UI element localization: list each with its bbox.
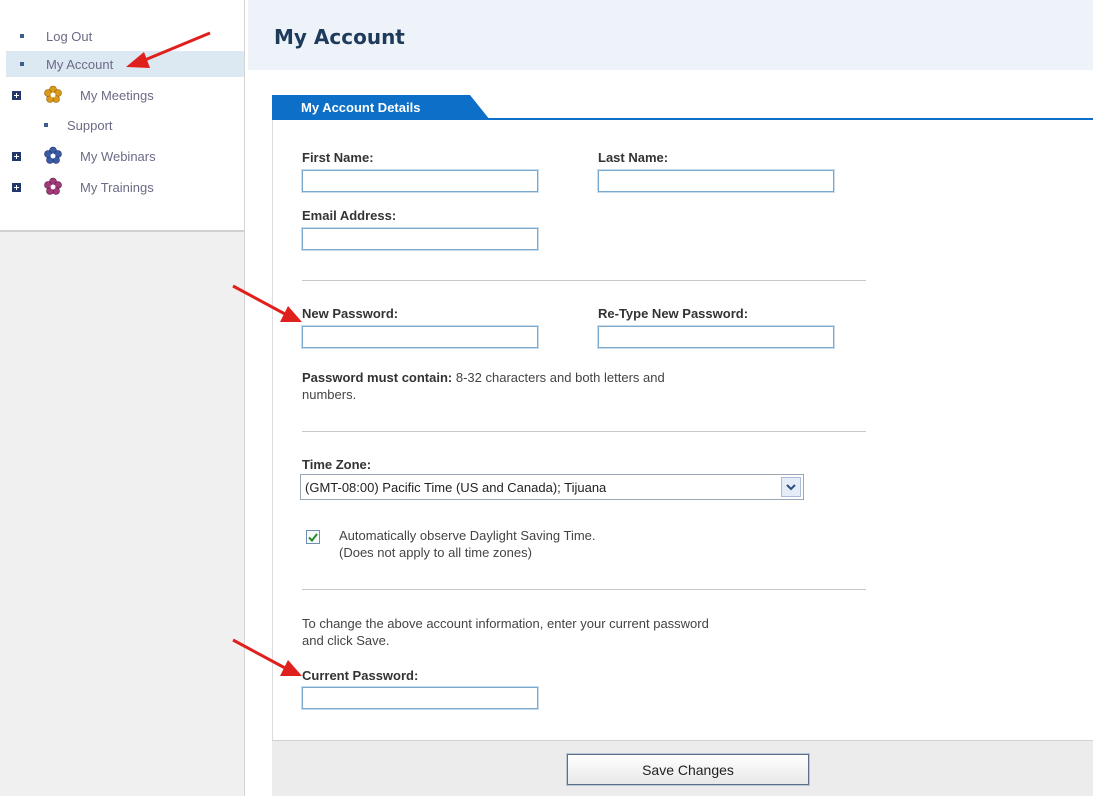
timezone-value: (GMT-08:00) Pacific Time (US and Canada)…: [305, 479, 607, 495]
tab-my-account-details[interactable]: My Account Details: [272, 95, 492, 120]
sidebar: [0, 0, 245, 796]
bullet-icon: [20, 62, 24, 66]
sidebar-item-label: My Meetings: [80, 87, 154, 103]
current-password-label: Current Password:: [302, 668, 419, 683]
email-field[interactable]: [301, 227, 539, 251]
new-password-field[interactable]: [301, 325, 539, 349]
dst-text-2: (Does not apply to all time zones): [339, 545, 532, 560]
page-title: My Account: [274, 25, 405, 49]
divider: [302, 431, 866, 432]
sidebar-item-my-meetings[interactable]: My Meetings: [0, 84, 244, 106]
password-rule-text-2: numbers.: [302, 387, 357, 402]
sidebar-item-my-trainings[interactable]: My Trainings: [0, 176, 244, 198]
timezone-select[interactable]: (GMT-08:00) Pacific Time (US and Canada)…: [300, 474, 804, 500]
last-name-label: Last Name:: [598, 150, 669, 165]
trainings-flower-icon: [44, 177, 62, 195]
expand-icon[interactable]: [12, 182, 21, 192]
sidebar-item-label: My Trainings: [80, 179, 154, 195]
divider: [302, 589, 866, 590]
first-name-label: First Name:: [302, 150, 374, 165]
change-info-line-2: and click Save.: [302, 633, 390, 648]
webinars-flower-icon: [44, 146, 62, 164]
sidebar-item-label: Log Out: [46, 28, 93, 44]
checkmark-icon: [308, 532, 318, 542]
annotation-arrow-icon: [126, 31, 211, 68]
first-name-field[interactable]: [301, 169, 539, 193]
email-label: Email Address:: [302, 208, 397, 223]
dst-label: Automatically observe Daylight Saving Ti…: [339, 527, 596, 561]
retype-password-field[interactable]: [597, 325, 835, 349]
password-rule-text: 8-32 characters and both letters and: [452, 370, 665, 385]
tab-label: My Account Details: [301, 100, 421, 115]
retype-password-label: Re-Type New Password:: [598, 306, 749, 321]
expand-icon[interactable]: [12, 151, 21, 161]
expand-icon[interactable]: [12, 90, 21, 100]
sidebar-item-label: My Account: [46, 56, 114, 72]
divider: [302, 280, 866, 281]
dst-checkbox[interactable]: [306, 530, 320, 544]
bullet-icon: [44, 123, 48, 127]
password-rule: Password must contain: 8-32 characters a…: [302, 369, 772, 403]
timezone-label: Time Zone:: [302, 457, 372, 472]
sidebar-item-label: Support: [67, 117, 113, 133]
chevron-down-icon[interactable]: [781, 477, 801, 497]
sidebar-item-label: My Webinars: [80, 148, 156, 164]
sidebar-item-log-out[interactable]: Log Out: [20, 26, 92, 46]
last-name-field[interactable]: [597, 169, 835, 193]
annotation-arrow-icon: [232, 284, 302, 322]
change-info-text: To change the above account information,…: [302, 615, 822, 649]
meetings-flower-icon: [44, 85, 62, 103]
save-changes-button[interactable]: Save Changes: [566, 753, 810, 786]
sidebar-item-support[interactable]: Support: [44, 115, 113, 135]
current-password-field[interactable]: [301, 686, 539, 710]
new-password-label: New Password:: [302, 306, 399, 321]
dst-text-1: Automatically observe Daylight Saving Ti…: [339, 528, 596, 543]
change-info-line-1: To change the above account information,…: [302, 616, 709, 631]
password-rule-bold: Password must contain:: [302, 370, 453, 385]
bullet-icon: [20, 34, 24, 38]
sidebar-item-my-webinars[interactable]: My Webinars: [0, 145, 244, 167]
annotation-arrow-icon: [232, 638, 302, 676]
